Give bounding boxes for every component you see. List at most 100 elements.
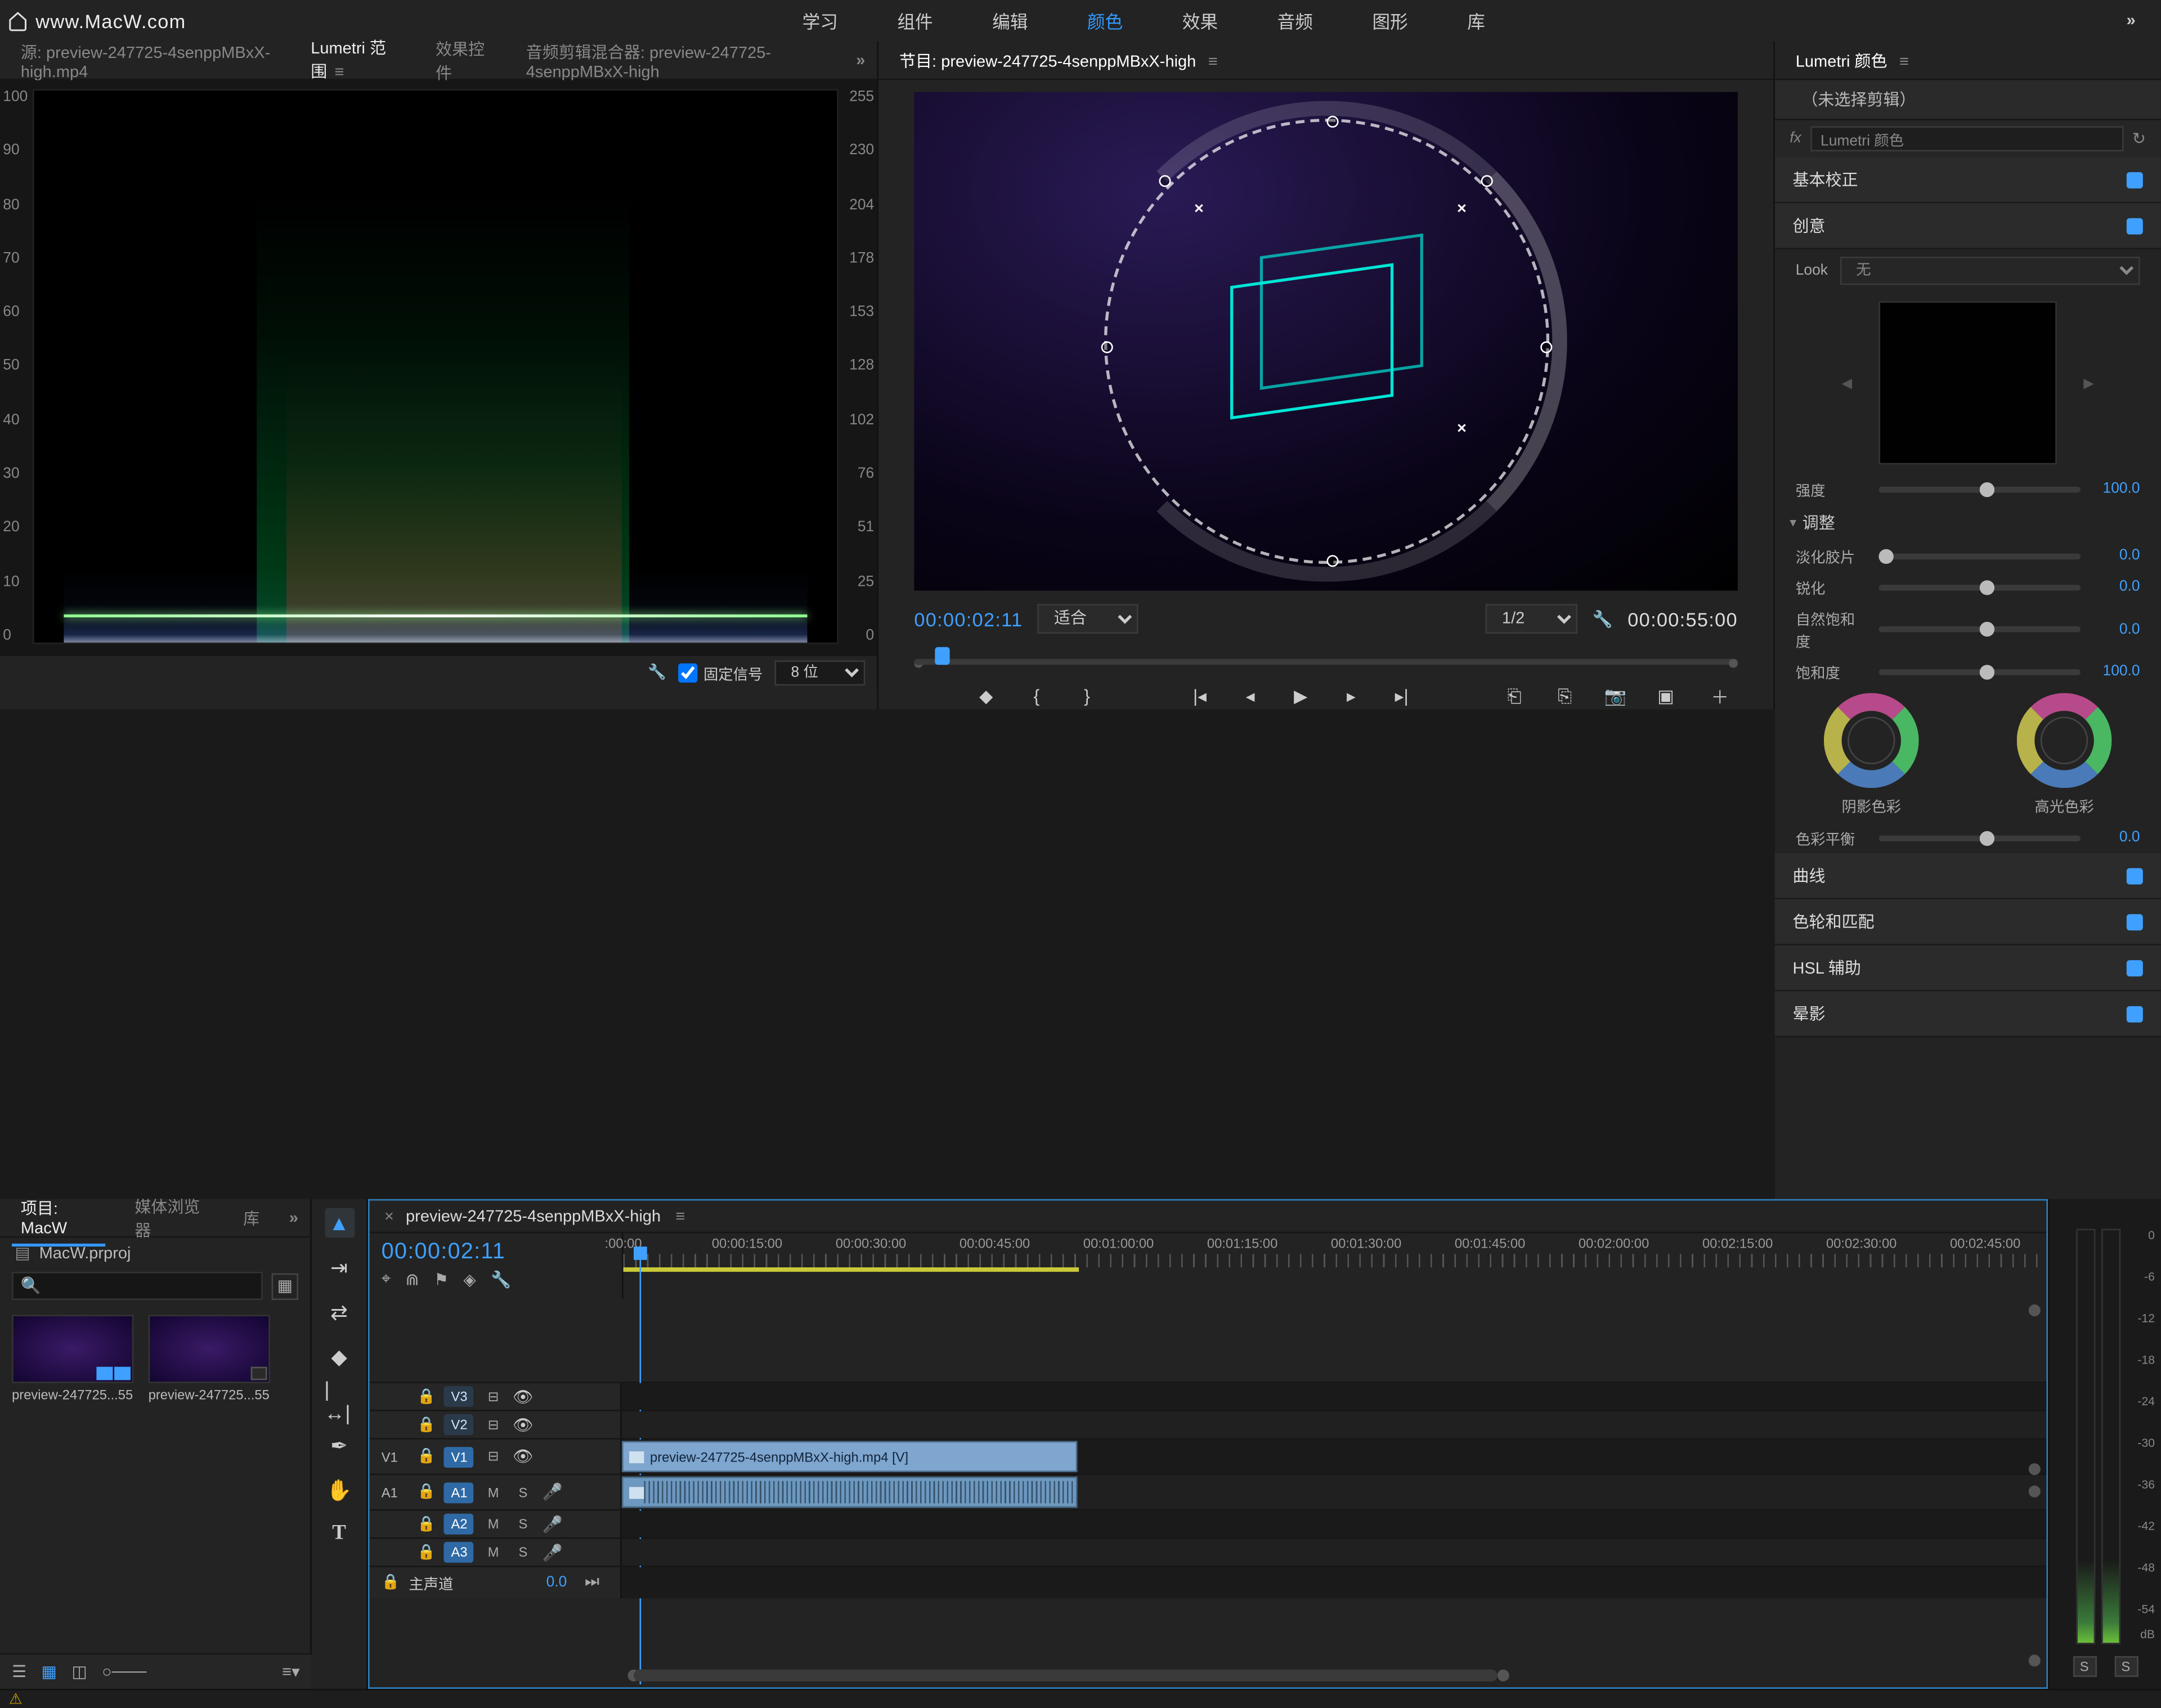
source-patch[interactable]: A1 (382, 1485, 408, 1499)
ws-graphics[interactable]: 图形 (1372, 8, 1407, 34)
resolution-select[interactable]: 1/2 (1486, 604, 1577, 634)
ws-assembly[interactable]: 组件 (897, 8, 932, 34)
snap-icon[interactable]: ⌖ (382, 1270, 391, 1289)
razor-tool-icon[interactable]: ◆ (324, 1342, 354, 1371)
close-sequence-icon[interactable]: × (384, 1207, 394, 1225)
bit-depth-select[interactable]: 8 位 (775, 660, 866, 685)
solo-icon[interactable]: S (513, 1515, 533, 1533)
section-toggle[interactable] (2127, 913, 2143, 930)
section-color-wheels[interactable]: 色轮和匹配 (1775, 899, 2161, 945)
sync-lock-icon[interactable]: ⊟ (483, 1416, 504, 1434)
mute-icon[interactable]: M (483, 1483, 504, 1501)
slider-intensity[interactable]: 强度 100.0 (1775, 473, 2161, 504)
lock-icon[interactable]: 🔒 (417, 1416, 436, 1433)
settings-icon[interactable]: ◈ (464, 1270, 476, 1289)
track-select-tool-icon[interactable]: ⇥ (324, 1253, 354, 1283)
slider-faded-film[interactable]: 淡化胶片0.0 (1775, 540, 2161, 571)
ws-library[interactable]: 库 (1467, 8, 1485, 34)
track-target[interactable]: V1 (445, 1446, 474, 1467)
solo-icon[interactable]: S (513, 1483, 533, 1501)
slider-tint-balance[interactable]: 色彩平衡0.0 (1775, 822, 2161, 853)
clip-thumbnail[interactable]: preview-247725...55:00 (149, 1315, 270, 1402)
marker-add-icon[interactable]: ⚑ (434, 1270, 449, 1289)
tab-source[interactable]: 源: preview-247725-4senppMBxX-high.mp4 (12, 33, 281, 87)
timeline-vscroll[interactable] (2029, 1304, 2041, 1666)
effect-name-input[interactable] (1810, 126, 2123, 151)
lock-icon[interactable]: 🔒 (417, 1449, 436, 1465)
section-vignette[interactable]: 晕影 (1775, 992, 2161, 1038)
visibility-icon[interactable]: 👁 (513, 1447, 533, 1466)
zoom-slider-icon[interactable]: ○─── (102, 1663, 146, 1681)
next-look-icon[interactable]: ▸ (2083, 370, 2094, 396)
new-bin-icon[interactable]: ▦ (272, 1272, 298, 1299)
highlight-tint-wheel[interactable]: 高光色彩 (2012, 693, 2117, 816)
track-target[interactable]: V3 (445, 1386, 474, 1407)
sequence-name[interactable]: preview-247725-4senppMBxX-high (406, 1207, 661, 1225)
video-clip[interactable]: preview-247725-4senppMBxX-high.mp4 [V] (622, 1441, 1078, 1472)
timeline-timecode[interactable]: 00:00:02:11 (382, 1239, 610, 1265)
timeline-ruler[interactable]: :00:0000:00:15:0000:00:30:0000:00:45:000… (622, 1233, 2047, 1298)
export-frame-icon[interactable]: 📷 (1603, 684, 1627, 708)
master-level[interactable]: 0.0 (546, 1575, 567, 1591)
solo-right[interactable]: S (2114, 1656, 2137, 1677)
panel-menu-icon[interactable]: ≡ (1899, 53, 1909, 71)
lock-icon[interactable]: 🔒 (382, 1575, 400, 1591)
wrench-icon[interactable]: 🔧 (1593, 609, 1613, 628)
selection-tool-icon[interactable]: ▲ (324, 1208, 354, 1238)
in-point-icon[interactable]: { (1025, 684, 1048, 708)
work-area-bar[interactable] (624, 1267, 1079, 1272)
panel-menu-icon[interactable]: ≡ (335, 63, 344, 81)
freeform-view-icon[interactable]: ◫ (71, 1662, 87, 1681)
audio-clip[interactable] (622, 1477, 1078, 1508)
look-select[interactable]: 无 (1840, 257, 2140, 285)
tab-audio-mixer[interactable]: 音频剪辑混合器: preview-247725-4senppMBxX-high (517, 33, 835, 87)
tab-project[interactable]: 项目: MacW (12, 1190, 105, 1246)
voiceover-icon[interactable]: 🎤 (543, 1543, 563, 1562)
shadow-tint-wheel[interactable]: 阴影色彩 (1819, 693, 1924, 816)
list-view-icon[interactable]: ☰ (12, 1662, 26, 1681)
compare-icon[interactable]: ▣ (1654, 684, 1678, 708)
visibility-icon[interactable]: 👁 (513, 1415, 533, 1434)
linked-selection-icon[interactable]: ⋒ (405, 1270, 419, 1289)
wrench-icon[interactable]: 🔧 (491, 1270, 511, 1289)
lift-icon[interactable]: ⎗ (1503, 684, 1526, 708)
timeline-hscroll[interactable] (634, 1670, 2026, 1682)
step-back-icon[interactable]: ◂ (1239, 684, 1262, 708)
step-fwd-icon[interactable]: ▸ (1339, 684, 1363, 708)
lock-icon[interactable]: 🔒 (417, 1516, 436, 1532)
hand-tool-icon[interactable]: ✋ (324, 1475, 354, 1505)
program-viewport[interactable]: × × × (914, 92, 1738, 590)
slider-vibrance[interactable]: 自然饱和度0.0 (1775, 603, 2161, 656)
tab-lumetri[interactable]: Lumetri 颜色 ≡ (1787, 42, 1918, 78)
fit-select[interactable]: 适合 (1038, 604, 1138, 634)
tab-overflow-icon[interactable]: » (856, 51, 865, 69)
reset-icon[interactable]: ↻ (2132, 129, 2146, 148)
tab-program[interactable]: 节目: preview-247725-4senppMBxX-high ≡ (890, 42, 1226, 78)
tab-overflow-icon[interactable]: » (289, 1209, 298, 1227)
tab-library[interactable]: 库 (234, 1200, 268, 1235)
voiceover-icon[interactable]: 🎤 (543, 1514, 563, 1534)
source-patch[interactable]: V1 (382, 1449, 408, 1464)
section-creative[interactable]: 创意 (1775, 203, 2161, 249)
marker-icon[interactable]: ◆ (974, 684, 998, 708)
sort-icon[interactable]: ≡▾ (282, 1662, 300, 1681)
button-editor-icon[interactable]: ＋ (1708, 684, 1732, 708)
section-basic-correction[interactable]: 基本校正 (1775, 158, 2161, 204)
sync-lock-icon[interactable]: ⊟ (483, 1388, 504, 1406)
panel-menu-icon[interactable]: ≡ (1208, 53, 1218, 71)
clip-thumbnail[interactable]: preview-247725...55:00 (12, 1315, 133, 1402)
type-tool-icon[interactable]: T (324, 1519, 354, 1549)
adjust-subheader[interactable]: 调整 (1775, 505, 2161, 540)
goto-out-icon[interactable]: ▸| (1390, 684, 1414, 708)
lock-icon[interactable]: 🔒 (417, 1484, 436, 1500)
program-scrubber[interactable] (914, 638, 1738, 668)
warning-icon[interactable]: ⚠ (9, 1691, 23, 1707)
playhead-handle[interactable] (935, 647, 949, 665)
track-target[interactable]: V2 (445, 1414, 474, 1435)
skip-icon[interactable]: ⏭ (585, 1573, 608, 1592)
slider-saturation[interactable]: 饱和度100.0 (1775, 656, 2161, 687)
ws-effects[interactable]: 效果 (1182, 8, 1218, 34)
slider-sharpen[interactable]: 锐化0.0 (1775, 571, 2161, 602)
goto-in-icon[interactable]: |◂ (1188, 684, 1212, 708)
section-toggle[interactable] (2127, 217, 2143, 234)
